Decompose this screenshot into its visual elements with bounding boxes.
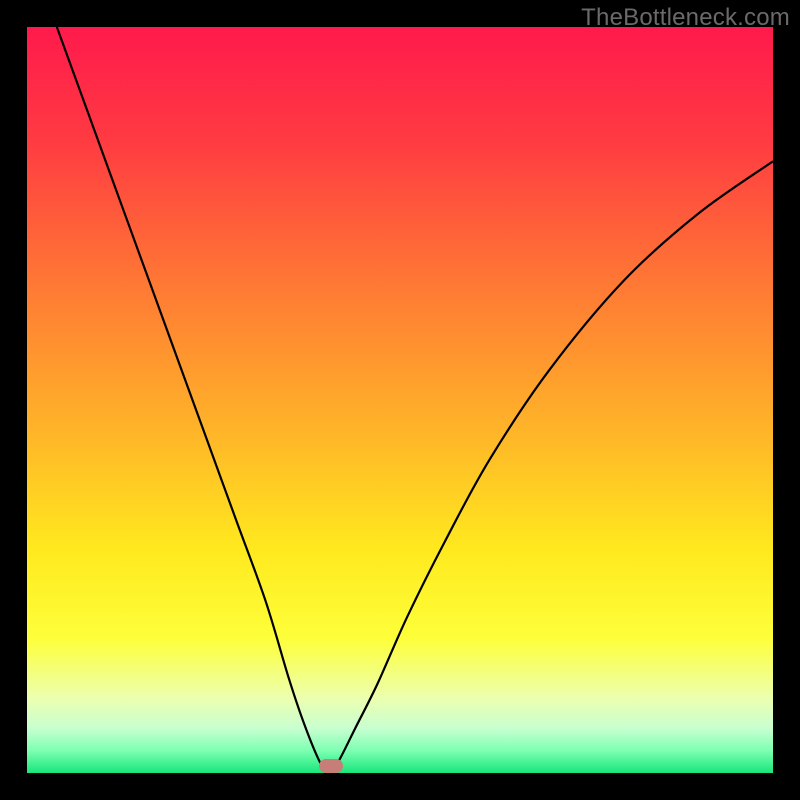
chart-frame: TheBottleneck.com	[0, 0, 800, 800]
optimum-marker	[319, 759, 343, 773]
bottleneck-curve	[27, 27, 773, 773]
watermark-text: TheBottleneck.com	[581, 4, 790, 32]
plot-area	[27, 27, 773, 773]
